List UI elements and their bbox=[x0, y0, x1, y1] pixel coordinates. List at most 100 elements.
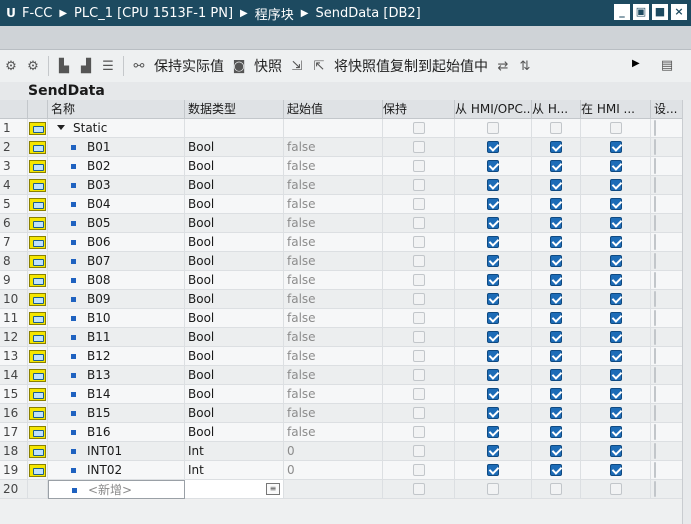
row-name[interactable]: B08 bbox=[87, 273, 111, 287]
hmi-write-checkbox[interactable] bbox=[550, 445, 562, 457]
table-row[interactable]: 4 B03 Bool false bbox=[0, 176, 691, 195]
setpoint-checkbox[interactable] bbox=[654, 253, 656, 269]
collapse-icon[interactable]: 𝗨 bbox=[0, 6, 22, 20]
row-type[interactable]: Int bbox=[185, 442, 284, 461]
download-icon[interactable]: ⇲ bbox=[288, 58, 306, 74]
hmi-visible-checkbox[interactable] bbox=[609, 217, 622, 229]
maximize-button[interactable]: ■ bbox=[652, 4, 668, 20]
table-row[interactable]: 12 B11 Bool false bbox=[0, 328, 691, 347]
row-start-value[interactable]: false bbox=[284, 423, 383, 442]
row-type[interactable]: Bool bbox=[185, 309, 284, 328]
hmi-opc-checkbox[interactable] bbox=[487, 369, 499, 381]
row-start-value[interactable]: false bbox=[284, 252, 383, 271]
col-type[interactable]: 数据类型 bbox=[185, 100, 284, 118]
row-name[interactable]: B11 bbox=[87, 330, 111, 344]
setpoint-checkbox[interactable] bbox=[654, 424, 656, 440]
retain-checkbox[interactable] bbox=[412, 388, 425, 400]
hmi-opc-checkbox[interactable] bbox=[487, 426, 499, 438]
setpoint-checkbox[interactable] bbox=[654, 367, 656, 383]
row-start-value[interactable]: false bbox=[284, 328, 383, 347]
col-start[interactable]: 起始值 bbox=[284, 100, 383, 118]
col-name[interactable]: 名称 bbox=[48, 100, 185, 118]
hmi-write-checkbox[interactable] bbox=[550, 236, 562, 248]
hmi-opc-checkbox[interactable] bbox=[487, 312, 499, 324]
row-start-value[interactable]: false bbox=[284, 404, 383, 423]
hmi-visible-checkbox[interactable] bbox=[609, 236, 622, 248]
row-name[interactable]: INT02 bbox=[87, 463, 122, 477]
restore-button[interactable]: ▣ bbox=[633, 4, 649, 20]
more-arrow-icon[interactable]: ▶ bbox=[632, 58, 640, 69]
table-row[interactable]: 5 B04 Bool false bbox=[0, 195, 691, 214]
hmi-write-checkbox[interactable] bbox=[550, 160, 562, 172]
list-icon[interactable]: ☰ bbox=[99, 58, 117, 74]
setpoint-checkbox[interactable] bbox=[654, 462, 656, 478]
retain-checkbox[interactable] bbox=[412, 426, 425, 438]
hmi-write-checkbox[interactable] bbox=[550, 255, 562, 267]
table-row[interactable]: 11 B10 Bool false bbox=[0, 309, 691, 328]
row-name[interactable]: B04 bbox=[87, 197, 111, 211]
retain-checkbox[interactable] bbox=[412, 445, 425, 457]
camera-icon[interactable]: ◙ bbox=[230, 58, 248, 74]
hmi-visible-checkbox[interactable] bbox=[609, 141, 622, 153]
hmi-opc-checkbox[interactable] bbox=[487, 255, 499, 267]
hmi-opc-checkbox[interactable] bbox=[487, 179, 499, 191]
new-row[interactable]: 20 <新增> ≡ bbox=[0, 480, 691, 499]
setpoint-checkbox[interactable] bbox=[654, 139, 656, 155]
table-row[interactable]: 6 B05 Bool false bbox=[0, 214, 691, 233]
hmi-opc-checkbox[interactable] bbox=[487, 160, 499, 172]
type-picker-icon[interactable]: ≡ bbox=[266, 483, 280, 495]
hmi-write-checkbox[interactable] bbox=[550, 369, 562, 381]
retain-checkbox[interactable] bbox=[412, 312, 425, 324]
crumb-db[interactable]: SendData [DB2] bbox=[315, 6, 420, 21]
monitor-icon[interactable]: ⚯ bbox=[130, 58, 148, 74]
row-type[interactable]: Bool bbox=[185, 271, 284, 290]
retain-checkbox[interactable] bbox=[412, 464, 425, 476]
row-name[interactable]: B06 bbox=[87, 235, 111, 249]
vertical-scrollbar[interactable] bbox=[682, 100, 691, 524]
upload-icon[interactable]: ⇱ bbox=[310, 58, 328, 74]
hmi-visible-checkbox[interactable] bbox=[609, 274, 622, 286]
hmi-visible-checkbox[interactable] bbox=[609, 483, 622, 495]
row-type[interactable]: Bool bbox=[185, 404, 284, 423]
table-row[interactable]: 13 B12 Bool false bbox=[0, 347, 691, 366]
setpoint-checkbox[interactable] bbox=[654, 386, 656, 402]
hmi-opc-checkbox[interactable] bbox=[487, 464, 499, 476]
row-name[interactable]: B16 bbox=[87, 425, 111, 439]
hmi-write-checkbox[interactable] bbox=[550, 388, 562, 400]
row-start-value[interactable]: 0 bbox=[284, 461, 383, 480]
setpoint-checkbox[interactable] bbox=[654, 348, 656, 364]
hmi-visible-checkbox[interactable] bbox=[609, 312, 622, 324]
col-hmi-2[interactable]: 从 H... bbox=[532, 100, 581, 118]
expand-icon[interactable]: ▙ bbox=[55, 58, 73, 74]
hmi-write-checkbox[interactable] bbox=[550, 312, 562, 324]
hmi-opc-checkbox[interactable] bbox=[487, 445, 499, 457]
row-name[interactable]: B03 bbox=[87, 178, 111, 192]
row-name[interactable]: B13 bbox=[87, 368, 111, 382]
table-row[interactable]: 9 B08 Bool false bbox=[0, 271, 691, 290]
row-type[interactable]: Bool bbox=[185, 290, 284, 309]
hmi-write-checkbox[interactable] bbox=[550, 217, 562, 229]
snapshot-button[interactable]: 快照 bbox=[250, 56, 286, 76]
hmi-visible-checkbox[interactable] bbox=[609, 331, 622, 343]
retain-checkbox[interactable] bbox=[412, 236, 425, 248]
row-type[interactable]: Bool bbox=[185, 347, 284, 366]
hmi-opc-checkbox[interactable] bbox=[487, 141, 499, 153]
hmi-visible-checkbox[interactable] bbox=[609, 160, 622, 172]
hmi-visible-checkbox[interactable] bbox=[609, 426, 622, 438]
close-button[interactable]: × bbox=[671, 4, 687, 20]
add-row-icon[interactable]: ⚙ bbox=[24, 58, 42, 74]
hmi-opc-checkbox[interactable] bbox=[487, 350, 499, 362]
setpoint-checkbox[interactable] bbox=[654, 158, 656, 174]
setpoint-checkbox[interactable] bbox=[654, 177, 656, 193]
table-row[interactable]: 7 B06 Bool false bbox=[0, 233, 691, 252]
table-row[interactable]: 8 B07 Bool false bbox=[0, 252, 691, 271]
row-type[interactable]: Bool bbox=[185, 366, 284, 385]
retain-checkbox[interactable] bbox=[412, 369, 425, 381]
hmi-opc-checkbox[interactable] bbox=[487, 407, 499, 419]
hmi-opc-checkbox[interactable] bbox=[487, 198, 499, 210]
retain-checkbox[interactable] bbox=[412, 255, 425, 267]
table-row[interactable]: 19 INT02 Int 0 bbox=[0, 461, 691, 480]
table-row[interactable]: 2 B01 Bool false bbox=[0, 138, 691, 157]
collapse-all-icon[interactable]: ▟ bbox=[77, 58, 95, 74]
setpoint-checkbox[interactable] bbox=[654, 120, 656, 136]
